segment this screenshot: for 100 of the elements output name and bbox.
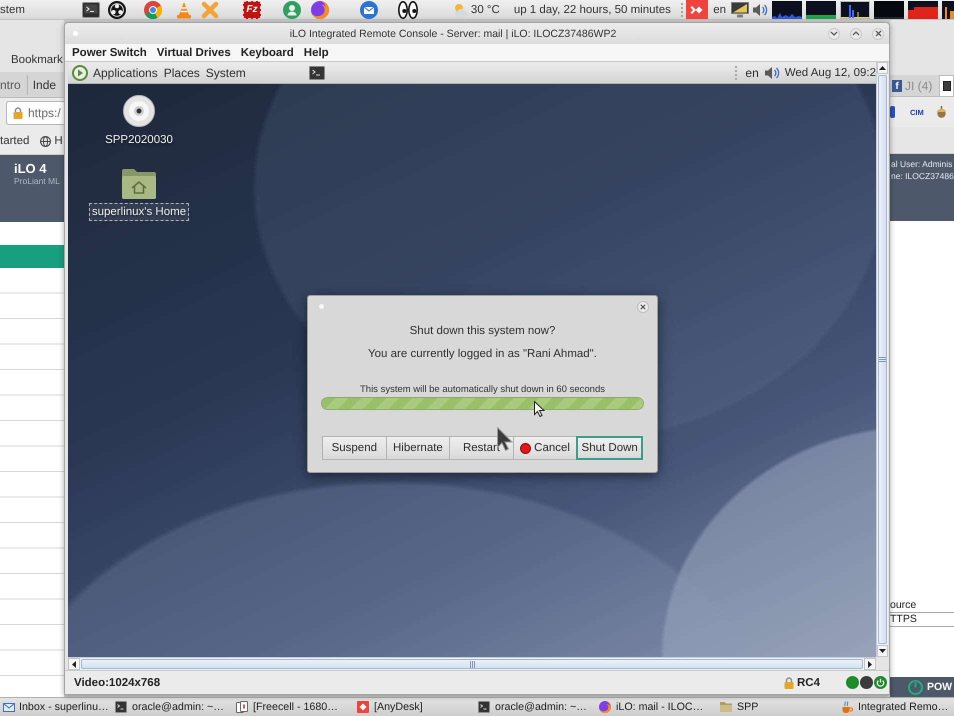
taskbar-button[interactable]: Integrated Remo… [838, 698, 952, 716]
scroll-right-button[interactable] [864, 658, 876, 670]
header-text: al User: Adminis [891, 158, 952, 170]
browser-tab[interactable] [939, 75, 954, 96]
dialog-button[interactable]: Shut Down [576, 436, 643, 460]
scroll-up-button[interactable] [877, 62, 888, 74]
monitor-icon[interactable] [731, 2, 749, 18]
cone-icon[interactable] [176, 0, 192, 18]
close-icon [640, 304, 646, 310]
usage-graph[interactable] [806, 0, 836, 18]
reel-icon[interactable] [108, 0, 126, 18]
taskbar-button[interactable]: iLO: mail - ILOC… [596, 698, 717, 716]
usage-graph[interactable] [908, 0, 938, 18]
color-wheel-icon[interactable] [144, 0, 162, 18]
usage-graph[interactable] [874, 0, 904, 18]
address-field[interactable]: https:/ [6, 101, 64, 125]
uptime-text: up 1 day, 22 hours, 50 minutes [514, 4, 671, 16]
padlock-icon [784, 676, 794, 688]
grip-icon [879, 357, 886, 362]
ring-logo-icon[interactable] [72, 64, 88, 80]
home-folder-icon[interactable] [122, 169, 156, 199]
menu-item[interactable]: Power Switch [72, 46, 147, 58]
disc-icon[interactable] [122, 95, 155, 127]
scrollbar-thumb[interactable] [878, 75, 887, 644]
desktop-icon-label[interactable]: SPP2020030 [102, 131, 176, 149]
product-title: iLO 4 [14, 162, 47, 176]
taskbar-button[interactable]: oracle@admin: ~… [112, 698, 233, 716]
menu-item[interactable]: stem [0, 4, 25, 16]
speaker-icon[interactable] [764, 64, 780, 80]
taskbar-button[interactable]: oracle@admin: ~… [475, 698, 596, 716]
keyboard-layout[interactable]: en [713, 4, 726, 16]
dialog-message: You are currently logged in as "Rani Ahmad". [367, 347, 598, 362]
arrow-right-icon [868, 660, 872, 668]
mail-icon[interactable] [360, 0, 378, 18]
menu-item[interactable]: Bookmark [11, 54, 63, 66]
power-button[interactable]: POW [908, 680, 952, 694]
toolbar-icon[interactable] [890, 106, 895, 118]
power-icon [908, 680, 923, 694]
dialog-button[interactable]: Hibernate [386, 436, 450, 460]
close-button[interactable] [872, 28, 884, 40]
menu-item[interactable]: System [206, 66, 246, 80]
terminal-icon[interactable] [82, 2, 100, 18]
dialog-button[interactable]: Cancel [512, 436, 578, 460]
cup-icon [841, 701, 853, 713]
page-icon [943, 81, 951, 91]
eyes-icon[interactable] [398, 0, 418, 18]
browser-tab[interactable]: Inde [26, 74, 62, 94]
desktop-icon-label[interactable]: superlinux's Home [88, 203, 190, 221]
menu-item[interactable]: Help [304, 46, 329, 58]
clock-text[interactable]: Wed Aug 12, 09:2 [784, 66, 876, 78]
grip-icon [470, 660, 474, 668]
person-circle-icon[interactable] [282, 0, 301, 18]
usage-graph[interactable] [840, 0, 870, 18]
arrow-up-icon [879, 66, 886, 70]
dot-icon [73, 31, 78, 36]
taskbar-button[interactable]: Inbox - superlinu… [0, 698, 112, 716]
close-button[interactable] [637, 300, 649, 312]
taskbar-button[interactable]: [AnyDesk] [354, 698, 475, 716]
dialog-title: Shut down this system now? [408, 324, 556, 339]
cipher-text: RC4 [796, 676, 820, 688]
bookmark-link[interactable]: H [40, 135, 63, 147]
scroll-down-button[interactable] [877, 645, 888, 657]
folder-icon [720, 702, 732, 712]
keyboard-layout[interactable]: en [745, 66, 759, 80]
dot-icon [319, 304, 324, 309]
pointer-cursor-icon [534, 401, 545, 417]
flame-orb-icon [599, 701, 611, 713]
terminal-icon [478, 701, 490, 713]
menu-item[interactable]: Virtual Drives [156, 46, 231, 58]
terminal-icon[interactable] [308, 66, 325, 80]
arrow-down-icon [879, 649, 886, 653]
padlock-icon [13, 107, 23, 119]
taskbar-button[interactable]: SPP [717, 698, 838, 716]
usage-graph[interactable] [942, 0, 954, 18]
stop-icon [520, 442, 532, 454]
dialog-button[interactable]: Suspend [322, 436, 387, 460]
video-mode-text: Video:1024x768 [74, 676, 160, 688]
browser-tab[interactable]: ntro [0, 74, 27, 94]
envelope-icon [3, 702, 15, 712]
minimize-button[interactable] [828, 28, 840, 40]
maximize-button[interactable] [850, 28, 862, 40]
menu-item[interactable]: Keyboard [240, 46, 294, 58]
weather-text[interactable]: 30 °C [470, 4, 500, 16]
taskbar-button[interactable]: [Freecell - 1680… [233, 698, 354, 716]
arrow-left-icon [72, 660, 76, 668]
terminal-icon [115, 701, 127, 713]
usage-graph[interactable] [772, 0, 802, 18]
cards-icon [236, 701, 248, 713]
diamond-tile-icon[interactable] [686, 0, 708, 19]
menu-item[interactable]: Applications [93, 66, 158, 80]
scroll-left-button[interactable] [68, 658, 80, 670]
menu-item[interactable]: Places [164, 66, 200, 80]
flame-orb-icon[interactable] [310, 0, 329, 18]
acorn-icon[interactable] [936, 106, 947, 118]
window-title: iLO Integrated Remote Console - Server: mail | iLO: ILOCZ37486WP2 [288, 28, 618, 40]
speaker-icon[interactable] [752, 2, 768, 18]
app-launcher[interactable]: Fz [242, 0, 261, 18]
scrollbar-thumb[interactable] [81, 659, 863, 669]
product-subtitle: ProLiant ML [14, 176, 60, 187]
bookmark-link[interactable]: tarted [0, 135, 30, 147]
